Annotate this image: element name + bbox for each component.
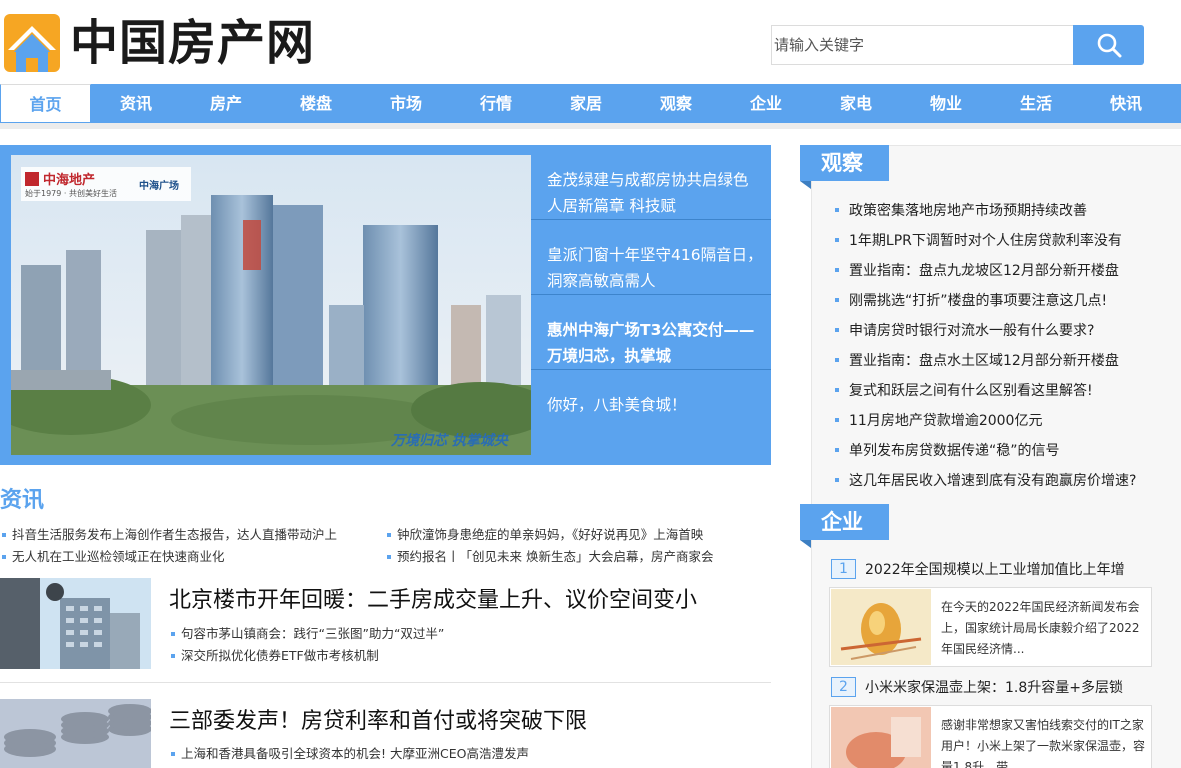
- enterprise-headline-title: 小米米家保温壶上架：1.8升容量+多层锁: [865, 680, 1123, 696]
- enterprise-card[interactable]: 感谢非常想家又害怕线索交付的IT之家用户！小米上架了一款米家保温壶，容量1.8升…: [829, 705, 1152, 768]
- article-related-link[interactable]: 深交所拟优化债券ETF做市考核机制: [171, 645, 379, 664]
- enterprise-headline[interactable]: 2 小米米家保温壶上架：1.8升容量+多层锁: [831, 677, 1123, 697]
- article-related-link[interactable]: 上海和香港具备吸引全球资本的机会! 大摩亚洲CEO高浩澧发声: [171, 743, 529, 762]
- nav-item-property-mgmt[interactable]: 物业: [901, 84, 991, 123]
- news-link[interactable]: 抖音生活服务发布上海创作者生态报告，达人直播带动沪上: [0, 524, 337, 543]
- nav-item-prices[interactable]: 行情: [451, 84, 541, 123]
- nav-item-property[interactable]: 房产: [181, 84, 271, 123]
- feature-image[interactable]: 中海地产 始于1979 · 共创美好生活 中海广场 万境归芯 执掌城央: [11, 155, 531, 455]
- nav-item-home[interactable]: 首页: [0, 84, 91, 123]
- house-logo-icon: [4, 14, 60, 72]
- article-thumbnail[interactable]: [0, 699, 151, 768]
- enterprise-headline[interactable]: 1 2022年全国规模以上工业增加值比上年增: [831, 559, 1125, 579]
- feature-image-brand2: 中海广场: [139, 181, 179, 192]
- nav-item-appliances[interactable]: 家电: [811, 84, 901, 123]
- nav-item-market[interactable]: 市场: [361, 84, 451, 123]
- article-title[interactable]: 北京楼市开年回暖：二手房成交量上升、议价空间变小: [169, 582, 697, 614]
- site-header: 中国房产网: [0, 0, 1181, 84]
- search-bar: [771, 25, 1144, 65]
- feature-list: 金茂绿建与成都房协共启绿色人居新篇章 科技赋 皇派门窗十年坚守416隔音日，洞察…: [531, 145, 771, 465]
- news-section-title[interactable]: 资讯: [0, 482, 44, 514]
- observe-link[interactable]: 政策密集落地房地产市场预期持续改善: [835, 200, 1087, 220]
- feature-item[interactable]: 你好，八卦美食城！: [531, 370, 771, 445]
- enterprise-card-desc: 感谢非常想家又害怕线索交付的IT之家用户！小米上架了一款米家保温壶，容量1.8升…: [941, 718, 1146, 768]
- article-related-link[interactable]: 句容市茅山镇商会：践行“三张图”助力“双过半”: [171, 623, 444, 642]
- nav-item-observe[interactable]: 观察: [631, 84, 721, 123]
- main-nav: 首页 资讯 房产 楼盘 市场 行情 家居 观察 企业 家电 物业 生活 快讯: [0, 84, 1181, 123]
- search-icon: [1097, 33, 1121, 58]
- nav-item-news[interactable]: 资讯: [91, 84, 181, 123]
- news-link[interactable]: 预约报名丨「创见未来 焕新生态」大会启幕，房产商家会: [385, 546, 713, 565]
- site-logo[interactable]: 中国房产网: [4, 14, 315, 72]
- observe-link[interactable]: 这几年居民收入增速到底有没有跑赢房价增速?: [835, 470, 1136, 490]
- enterprise-card-image: [831, 589, 931, 665]
- feature-item[interactable]: 金茂绿建与成都房协共启绿色人居新篇章 科技赋: [531, 145, 771, 220]
- news-link[interactable]: 钟欣潼饰身患绝症的单亲妈妈，《好好说再见》上海首映: [385, 524, 703, 543]
- feature-image-brand-sub: 始于1979 · 共创美好生活: [25, 189, 117, 198]
- search-input[interactable]: [771, 25, 1073, 65]
- site-name: 中国房产网: [70, 15, 316, 71]
- nav-item-life[interactable]: 生活: [991, 84, 1081, 123]
- enterprise-headline-title: 2022年全国规模以上工业增加值比上年增: [865, 562, 1125, 578]
- rank-badge: 2: [831, 677, 856, 697]
- nav-item-enterprise[interactable]: 企业: [721, 84, 811, 123]
- observe-link[interactable]: 11月房地产贷款增逾2000亿元: [835, 410, 1042, 430]
- article-title[interactable]: 三部委发声！房贷利率和首付或将突破下限: [169, 703, 587, 735]
- feature-image-slogan: 万境归芯 执掌城央: [391, 433, 508, 449]
- article-thumbnail[interactable]: [0, 578, 151, 669]
- enterprise-card-image: [831, 707, 931, 768]
- search-button[interactable]: [1073, 25, 1144, 65]
- news-link[interactable]: 无人机在工业巡检领域正在快速商业化: [0, 546, 225, 565]
- observe-link[interactable]: 置业指南：盘点九龙坡区12月部分新开楼盘: [835, 260, 1119, 280]
- nav-item-home-furnishing[interactable]: 家居: [541, 84, 631, 123]
- nav-divider: [0, 123, 1181, 129]
- article-card: 三部委发声！房贷利率和首付或将突破下限 上海和香港具备吸引全球资本的机会! 大摩…: [0, 699, 771, 768]
- observe-link[interactable]: 置业指南：盘点水土区域12月部分新开楼盘: [835, 350, 1119, 370]
- observe-link[interactable]: 申请房贷时银行对流水一般有什么要求?: [835, 320, 1094, 340]
- enterprise-section-tag[interactable]: 企业: [800, 504, 889, 548]
- article-divider: [0, 682, 771, 683]
- rank-badge: 1: [831, 559, 856, 579]
- feature-block: 中海地产 始于1979 · 共创美好生活 中海广场 万境归芯 执掌城央 金茂绿建…: [0, 145, 771, 465]
- observe-link[interactable]: 复式和跃层之间有什么区别看这里解答!: [835, 380, 1093, 400]
- feature-item[interactable]: 皇派门窗十年坚守416隔音日，洞察高敏高需人: [531, 220, 771, 295]
- observe-link[interactable]: 刚需挑选“打折”楼盘的事项要注意这几点!: [835, 290, 1107, 310]
- nav-item-buildings[interactable]: 楼盘: [271, 84, 361, 123]
- observe-section-tag[interactable]: 观察: [800, 145, 889, 189]
- nav-item-flash[interactable]: 快讯: [1081, 84, 1171, 123]
- observe-link[interactable]: 1年期LPR下调暂时对个人住房贷款利率没有: [835, 230, 1122, 250]
- enterprise-card[interactable]: 在今天的2022年国民经济新闻发布会上，国家统计局局长康毅介绍了2022年国民经…: [829, 587, 1152, 667]
- article-card: 北京楼市开年回暖：二手房成交量上升、议价空间变小 句容市茅山镇商会：践行“三张图…: [0, 578, 771, 669]
- enterprise-card-desc: 在今天的2022年国民经济新闻发布会上，国家统计局局长康毅介绍了2022年国民经…: [941, 600, 1140, 656]
- feature-item-active[interactable]: 惠州中海广场T3公寓交付——万境归芯，执掌城: [531, 295, 771, 370]
- observe-link[interactable]: 单列发布房贷数据传递“稳”的信号: [835, 440, 1060, 460]
- feature-image-brand: 中海地产: [43, 173, 96, 188]
